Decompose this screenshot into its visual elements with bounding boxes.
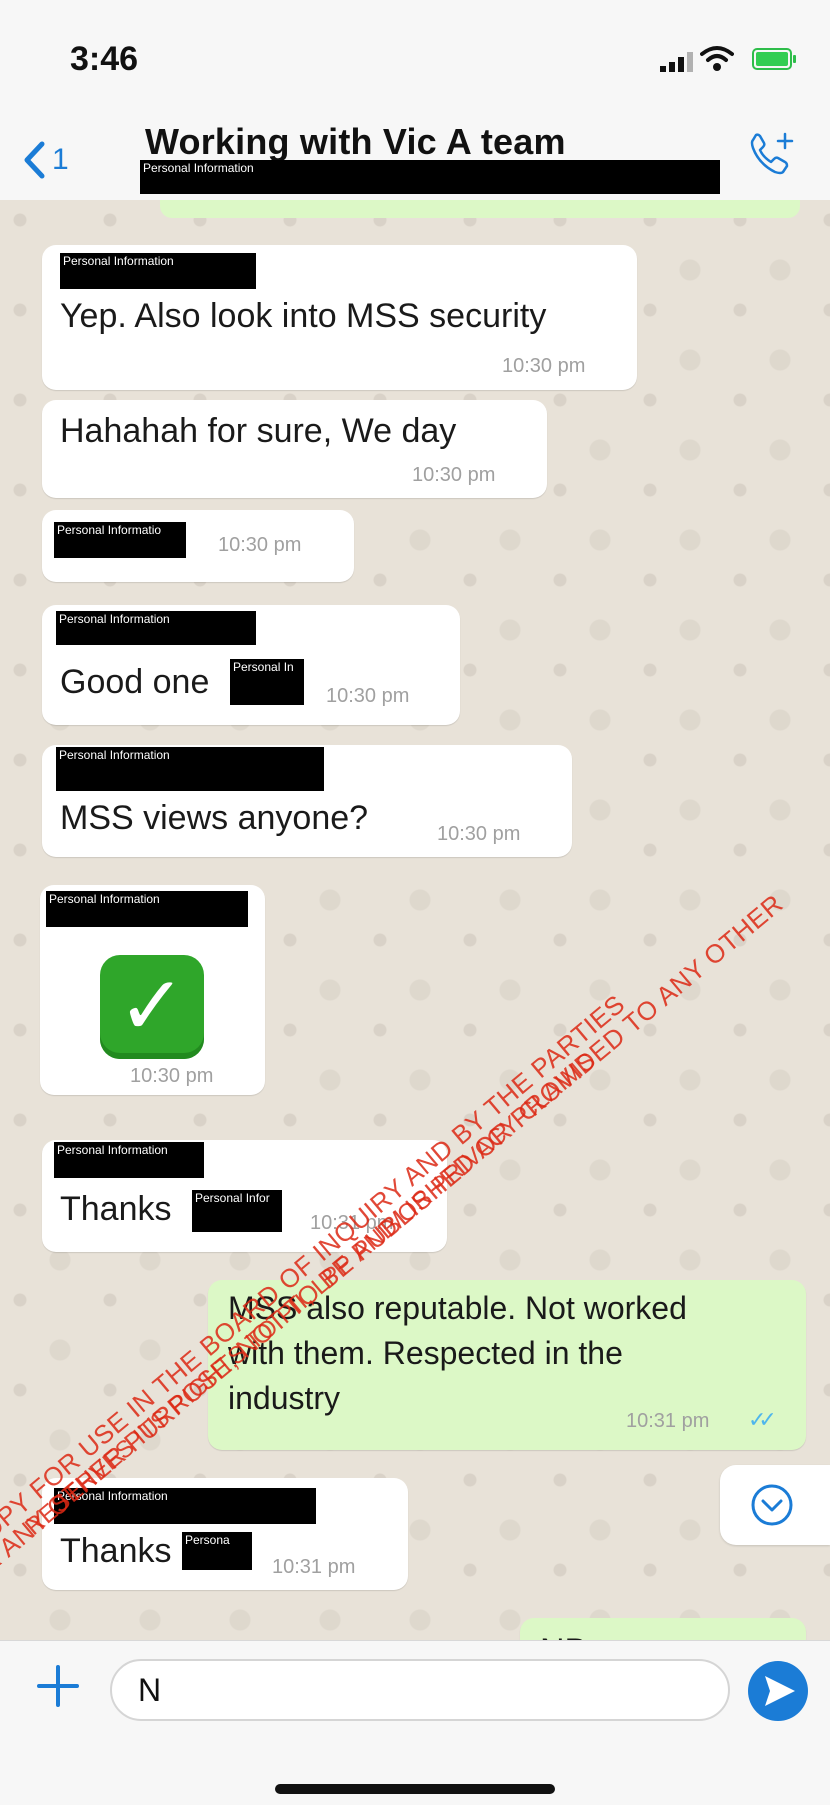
message-text-line: industry xyxy=(228,1380,341,1416)
message-bubble[interactable]: Personal Information ✓ 10:30 pm xyxy=(40,885,265,1095)
message-time: 10:30 pm xyxy=(412,464,496,486)
message-time: 10:30 pm xyxy=(437,823,521,845)
home-indicator xyxy=(275,1784,555,1794)
redacted-sender: Personal Informatio xyxy=(54,522,186,558)
outgoing-message-bubble[interactable]: NB xyxy=(520,1618,806,1640)
message-time: 10:31 pm xyxy=(272,1556,356,1578)
message-text-line: MSS also reputable. Not worked xyxy=(228,1290,687,1326)
chat-messages[interactable]: Personal Information Yep. Also look into… xyxy=(0,200,830,1640)
read-receipt-icon: ✓✓ xyxy=(748,1408,777,1433)
send-icon xyxy=(765,1676,795,1706)
whatsapp-screen: 3:46 1 Working with Vic A team Personal … xyxy=(0,0,830,1805)
add-call-icon[interactable] xyxy=(745,130,797,182)
redacted-mention: Personal Infor xyxy=(192,1190,282,1232)
redacted-sender: Personal Information xyxy=(54,1142,204,1178)
message-time: 10:30 pm xyxy=(218,534,302,556)
redacted-sender: Personal Information xyxy=(60,253,256,289)
message-bubble[interactable]: Personal Information MSS views anyone? 1… xyxy=(42,745,572,857)
check-mark-emoji: ✓ xyxy=(100,955,204,1059)
message-input[interactable]: N xyxy=(110,1659,730,1721)
message-time: 10:31 pm xyxy=(310,1212,394,1234)
redacted-sender: Personal Information xyxy=(56,611,256,645)
outgoing-message-bubble[interactable]: MSS also reputable. Not worked with them… xyxy=(208,1280,806,1450)
message-text: Thanks xyxy=(60,1532,172,1570)
redacted-participants: Personal Information xyxy=(140,160,720,194)
redacted-mention: Personal In xyxy=(230,659,304,705)
message-text: Thanks xyxy=(60,1190,172,1228)
cellular-signal-icon xyxy=(660,52,693,72)
chat-title[interactable]: Working with Vic A team xyxy=(145,121,566,163)
plus-icon[interactable] xyxy=(35,1663,81,1709)
message-text: MSS views anyone? xyxy=(60,799,369,837)
battery-charging-icon xyxy=(752,48,796,70)
message-time: 10:31 pm xyxy=(626,1410,710,1432)
message-bubble[interactable]: Personal Information Thanks Personal Inf… xyxy=(42,1140,447,1252)
message-text: Yep. Also look into MSS security xyxy=(60,297,547,335)
message-time: 10:30 pm xyxy=(502,355,586,377)
message-text: NB xyxy=(540,1632,587,1640)
redacted-sender: Personal Information xyxy=(54,1488,316,1524)
send-button[interactable] xyxy=(748,1661,808,1721)
wifi-icon xyxy=(700,46,734,71)
message-bubble[interactable]: Personal Information Yep. Also look into… xyxy=(42,245,637,390)
message-bubble[interactable]: Hahahah for sure, We day 10:30 pm xyxy=(42,400,547,498)
redacted-sender: Personal Information xyxy=(56,747,324,791)
scroll-to-bottom-button[interactable] xyxy=(720,1465,830,1545)
message-bubble[interactable]: Personal Information Good one Personal I… xyxy=(42,605,460,725)
message-bubble[interactable]: Personal Information Thanks Persona 10:3… xyxy=(42,1478,408,1590)
message-text: Hahahah for sure, We day xyxy=(60,412,457,450)
message-input-bar: N xyxy=(0,1640,830,1805)
redacted-sender: Personal Information xyxy=(46,891,248,927)
back-button[interactable]: 1 xyxy=(22,140,69,180)
chevron-left-icon xyxy=(24,141,45,179)
message-text: Good one xyxy=(60,663,210,701)
redacted-mention: Persona xyxy=(182,1532,252,1570)
message-time: 10:30 pm xyxy=(326,685,410,707)
message-bubble[interactable]: Personal Informatio 10:30 pm xyxy=(42,510,354,582)
status-bar: 3:46 xyxy=(0,0,830,115)
chevron-down-circle-icon xyxy=(751,1484,793,1526)
status-time: 3:46 xyxy=(70,40,139,78)
previous-message-bubble xyxy=(160,200,800,218)
message-text-line: with them. Respected in the xyxy=(228,1335,623,1371)
unread-count: 1 xyxy=(52,143,69,176)
message-time: 10:30 pm xyxy=(130,1065,214,1087)
chat-header: 1 Working with Vic A team Personal Infor… xyxy=(0,115,830,201)
